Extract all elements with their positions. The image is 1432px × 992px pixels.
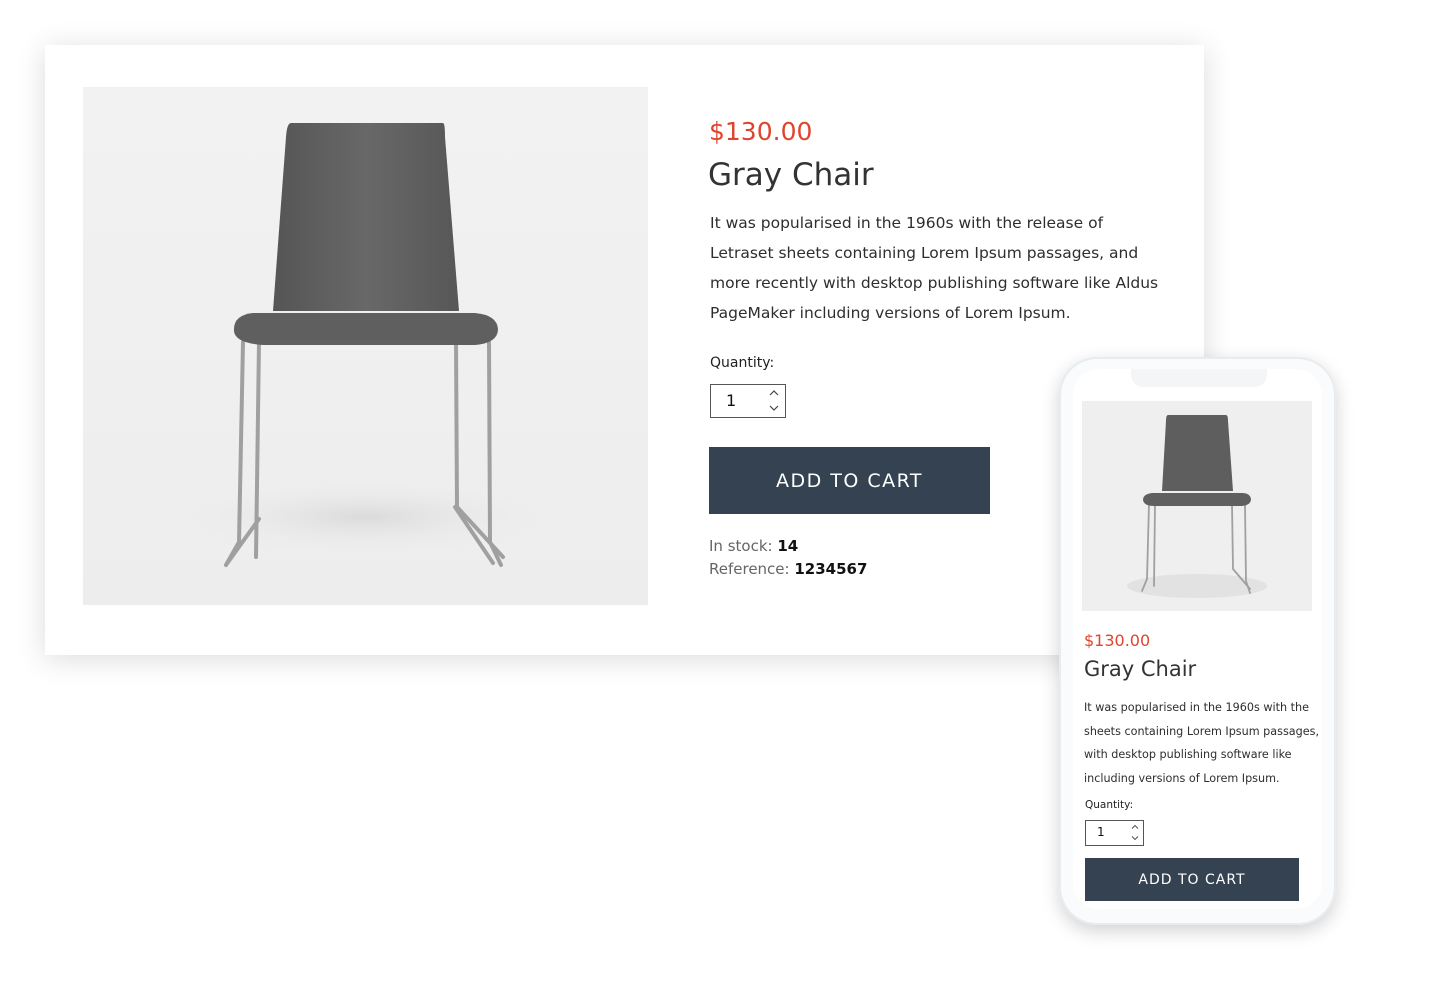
mobile-quantity-value[interactable]: 1 bbox=[1097, 825, 1105, 839]
mobile-product-title: Gray Chair bbox=[1084, 657, 1197, 681]
mobile-quantity-label: Quantity: bbox=[1085, 799, 1134, 811]
product-title: Gray Chair bbox=[708, 157, 874, 193]
product-price: $130.00 bbox=[709, 117, 813, 146]
chevron-up-icon[interactable] bbox=[1131, 824, 1139, 830]
add-to-cart-button[interactable]: ADD TO CART bbox=[709, 447, 990, 514]
stock-value: 14 bbox=[777, 537, 799, 555]
chevron-up-icon[interactable] bbox=[769, 389, 779, 397]
chevron-down-icon[interactable] bbox=[769, 404, 779, 412]
reference-value: 1234567 bbox=[794, 560, 868, 578]
desktop-product-card: $130.00 Gray Chair It was popularised in… bbox=[45, 45, 1204, 655]
reference-label: Reference: bbox=[709, 560, 790, 578]
mobile-quantity-stepper[interactable]: 1 bbox=[1085, 820, 1144, 846]
mobile-chair-illustration bbox=[1127, 415, 1267, 598]
product-image bbox=[83, 87, 648, 605]
mobile-product-image bbox=[1082, 401, 1312, 611]
quantity-label: Quantity: bbox=[710, 355, 775, 371]
stock-info: In stock: 14 bbox=[709, 537, 798, 555]
stock-label: In stock: bbox=[709, 537, 773, 555]
phone-notch bbox=[1131, 369, 1267, 387]
product-description: It was popularised in the 1960s with the… bbox=[710, 214, 1159, 322]
phone-screen: $130.00 Gray Chair It was popularised in… bbox=[1073, 369, 1322, 909]
mobile-product-description: It was popularised in the 1960s with the… bbox=[1084, 701, 1320, 785]
mobile-add-to-cart-button[interactable]: ADD TO CART bbox=[1085, 858, 1299, 901]
chevron-down-icon[interactable] bbox=[1131, 835, 1139, 841]
chair-illustration bbox=[165, 123, 565, 567]
quantity-value[interactable]: 1 bbox=[726, 391, 736, 410]
phone-mockup: $130.00 Gray Chair It was popularised in… bbox=[1059, 357, 1336, 925]
quantity-stepper[interactable]: 1 bbox=[710, 384, 786, 418]
reference-info: Reference: 1234567 bbox=[709, 560, 867, 578]
mobile-product-price: $130.00 bbox=[1084, 631, 1151, 650]
